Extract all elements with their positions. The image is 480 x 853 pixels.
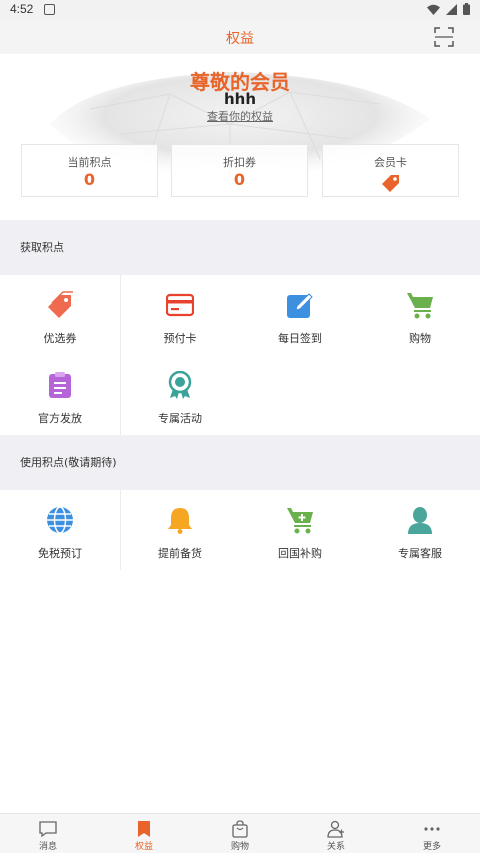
earn-item-label: 专属活动 bbox=[158, 412, 202, 425]
earn-grid: 优选券 预付卡 每日签到 购物 官方发放 专属活动 bbox=[0, 275, 480, 435]
stat-coupons-label: 折扣券 bbox=[223, 156, 256, 169]
notification-icon bbox=[44, 4, 55, 15]
bell-icon bbox=[168, 508, 192, 534]
page-title: 权益 bbox=[226, 31, 254, 47]
award-icon bbox=[168, 371, 192, 399]
nav-item-benefits[interactable]: 权益 bbox=[96, 814, 192, 853]
stat-coupons[interactable]: 折扣券 0 bbox=[171, 144, 308, 197]
use-item-label: 提前备货 bbox=[158, 547, 202, 560]
use-item-return-purchase[interactable]: 回国补购 bbox=[240, 490, 360, 570]
nav-item-messages[interactable]: 消息 bbox=[0, 814, 96, 853]
bookmark-icon bbox=[138, 821, 150, 837]
cart-plus-icon bbox=[287, 508, 313, 534]
message-icon bbox=[39, 821, 57, 838]
battery-icon bbox=[463, 3, 470, 15]
nav-item-relations[interactable]: 关系 bbox=[288, 814, 384, 853]
nav-label: 更多 bbox=[422, 842, 441, 852]
stat-member-card-label: 会员卡 bbox=[374, 156, 407, 169]
nav-label: 购物 bbox=[230, 842, 249, 852]
person-icon bbox=[408, 507, 432, 534]
stat-points[interactable]: 当前积点 0 bbox=[21, 144, 158, 197]
status-icons bbox=[427, 3, 470, 15]
stat-coupons-value: 0 bbox=[233, 170, 246, 189]
more-icon bbox=[424, 827, 440, 831]
nav-label: 消息 bbox=[38, 842, 57, 852]
clipboard-icon bbox=[49, 372, 71, 398]
earn-item-label: 官方发放 bbox=[38, 412, 82, 425]
earn-item-official-issue[interactable]: 官方发放 bbox=[0, 355, 120, 435]
cart-icon bbox=[407, 293, 433, 319]
stat-points-value: 0 bbox=[83, 170, 96, 189]
use-item-exclusive-support[interactable]: 专属客服 bbox=[360, 490, 480, 570]
use-item-duty-free-booking[interactable]: 免税预订 bbox=[0, 490, 120, 570]
nav-item-more[interactable]: 更多 bbox=[384, 814, 480, 853]
globe-icon bbox=[47, 506, 73, 534]
nav-label: 权益 bbox=[134, 842, 153, 852]
tag-icon bbox=[382, 175, 399, 192]
edit-icon bbox=[287, 293, 313, 318]
nav-label: 关系 bbox=[326, 842, 345, 852]
earn-item-exclusive-event[interactable]: 专属活动 bbox=[120, 355, 240, 435]
signal-icon bbox=[446, 3, 457, 15]
tag-icon bbox=[48, 291, 73, 318]
use-section-title: 使用积点(敬请期待) bbox=[20, 456, 117, 469]
earn-item-label: 购物 bbox=[409, 332, 431, 345]
bottom-nav: 消息 权益 购物 关系 更多 bbox=[0, 813, 480, 853]
earn-item-shopping[interactable]: 购物 bbox=[360, 275, 480, 355]
status-time: 4:52 bbox=[10, 2, 34, 16]
earn-item-label: 优选券 bbox=[43, 332, 77, 345]
use-item-label: 回国补购 bbox=[278, 547, 322, 560]
bag-icon bbox=[232, 820, 248, 838]
use-item-label: 免税预订 bbox=[38, 547, 82, 560]
use-item-label: 专属客服 bbox=[398, 547, 442, 560]
stat-points-label: 当前积点 bbox=[67, 156, 112, 169]
app-header: 权益 bbox=[0, 20, 480, 54]
scan-icon[interactable] bbox=[434, 27, 454, 47]
status-bar: 4:52 bbox=[0, 0, 480, 20]
wifi-icon bbox=[427, 4, 440, 15]
view-benefits-link-wrap: 查看你的权益 bbox=[0, 108, 480, 124]
use-grid: 免税预订 提前备货 回国补购 专属客服 bbox=[0, 490, 480, 570]
earn-item-label: 每日签到 bbox=[278, 332, 322, 345]
earn-item-daily-checkin[interactable]: 每日签到 bbox=[240, 275, 360, 355]
use-section-header: 使用积点(敬请期待) bbox=[0, 435, 480, 490]
earn-section-title: 获取积点 bbox=[20, 241, 64, 254]
earn-section-header: 获取积点 bbox=[0, 220, 480, 275]
earn-item-coupon[interactable]: 优选券 bbox=[0, 275, 120, 355]
earn-item-prepaid-card[interactable]: 预付卡 bbox=[120, 275, 240, 355]
use-item-advance-stock[interactable]: 提前备货 bbox=[120, 490, 240, 570]
earn-item-label: 预付卡 bbox=[163, 332, 197, 345]
member-hero: 尊敬的会员 hhh 查看你的权益 当前积点 0 折扣券 0 会员卡 bbox=[0, 54, 480, 220]
credit-card-icon bbox=[166, 293, 194, 317]
relations-icon bbox=[327, 820, 344, 838]
username: hhh bbox=[223, 90, 257, 108]
nav-item-shopping[interactable]: 购物 bbox=[192, 814, 288, 853]
stat-member-card[interactable]: 会员卡 bbox=[322, 144, 459, 197]
view-benefits-link[interactable]: 查看你的权益 bbox=[207, 110, 273, 123]
